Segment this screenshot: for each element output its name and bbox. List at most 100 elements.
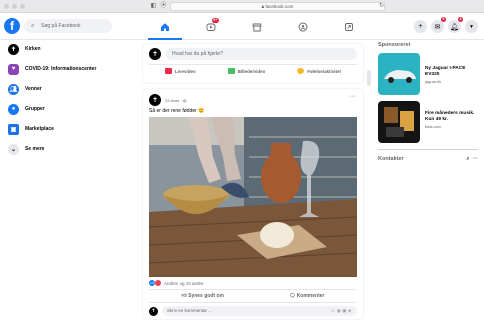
sidebar-item-groups[interactable]: ● Grupper bbox=[8, 100, 134, 118]
like-label: Synes godt om bbox=[188, 293, 224, 299]
comment-label: Kommenter bbox=[296, 293, 325, 299]
divider bbox=[378, 149, 478, 150]
messenger-button[interactable]: ✉︎ 5 bbox=[431, 17, 446, 33]
friends-icon: 👥︎ bbox=[8, 83, 19, 95]
sidebar-item-label: Kirken bbox=[25, 46, 41, 52]
contacts-heading: Kontakter bbox=[378, 156, 404, 162]
search-icon[interactable]: ⌕ bbox=[466, 156, 469, 162]
photo-video-label: Billede/video bbox=[237, 68, 266, 74]
gaming-icon bbox=[345, 23, 353, 31]
ad-image bbox=[378, 53, 420, 95]
feed-post: ✝ 22 timer · ◍ ··· Så er der rene fødder… bbox=[143, 89, 363, 319]
profile-avatar-icon: ✝ bbox=[8, 43, 19, 55]
facebook-logo-icon[interactable]: f bbox=[4, 18, 20, 34]
sidebar-item-label: Grupper bbox=[25, 106, 45, 112]
photo-video-button[interactable]: Billede/video bbox=[227, 68, 266, 74]
feeling-activity-button[interactable]: Følelse/aktivitet bbox=[297, 68, 341, 74]
live-video-icon bbox=[164, 68, 172, 74]
comment-tools-icons[interactable]: ☺◉▣◈ bbox=[331, 306, 353, 316]
smiley-icon bbox=[297, 68, 305, 74]
watch-video-icon bbox=[206, 23, 216, 31]
post-text: Så er der rene fødder 😊 bbox=[149, 108, 205, 114]
sponsored-ad[interactable]: Ny Jaguar I-PACE EV320 jaguar.dk bbox=[378, 53, 478, 95]
sponsored-heading: Sponsoreret bbox=[378, 42, 411, 48]
comment-icon: 🗨︎ bbox=[288, 293, 297, 299]
feet-washing-photo bbox=[149, 117, 357, 277]
stories-scroll-handle[interactable] bbox=[367, 70, 371, 86]
more-options-icon[interactable]: ··· bbox=[473, 156, 479, 162]
post-timestamp[interactable]: 22 timer · ◍ bbox=[165, 98, 187, 103]
account-menu-button[interactable]: ▼ bbox=[465, 20, 478, 33]
ad-source: jaguar.dk bbox=[425, 79, 442, 84]
marketplace-icon: ▣ bbox=[8, 123, 19, 135]
create-button[interactable]: + bbox=[414, 20, 427, 33]
chevron-down-icon: ▼ bbox=[469, 23, 474, 30]
tab-groups[interactable] bbox=[280, 14, 326, 40]
post-photo[interactable] bbox=[149, 117, 357, 277]
notifications-badge: 4 bbox=[458, 17, 463, 22]
sidebar-item-marketplace[interactable]: ▣ Marketplace bbox=[8, 120, 134, 138]
search-input[interactable]: ⌕ Søg på Facebook bbox=[24, 19, 112, 33]
sidebar-toggle-icon[interactable]: ◧ bbox=[150, 3, 157, 10]
tab-home[interactable] bbox=[142, 14, 188, 40]
comment-placeholder: Skriv en kommentar ... bbox=[167, 308, 213, 313]
covid-info-icon: ♥ bbox=[8, 63, 19, 75]
reaction-summary[interactable]: 👍︎ Anders og 10 andre bbox=[143, 277, 363, 289]
marketplace-icon bbox=[252, 23, 262, 32]
shield-icon[interactable]: ⦿ bbox=[160, 3, 167, 10]
composer-input[interactable]: Hvad har du på hjerte? bbox=[166, 48, 357, 60]
ad-title: Ny Jaguar I-PACE EV320 bbox=[425, 66, 466, 77]
bell-icon: 🔔︎ bbox=[450, 23, 459, 31]
love-reaction-icon bbox=[155, 280, 161, 286]
notifications-button[interactable]: 🔔︎ 4 bbox=[448, 17, 463, 33]
home-icon bbox=[161, 23, 169, 31]
photo-icon bbox=[227, 68, 235, 74]
account-controls: + ✉︎ 5 🔔︎ 4 ▼ bbox=[414, 17, 478, 33]
globe-icon: ◍ bbox=[183, 97, 187, 103]
sidebar-item-label: Marketplace bbox=[25, 126, 54, 132]
watch-badge: 9+ bbox=[211, 18, 219, 23]
sidebar-item-label: Venner bbox=[25, 86, 42, 92]
groups-icon bbox=[298, 22, 308, 32]
messenger-icon: ✉︎ bbox=[434, 23, 441, 31]
sponsored-ad[interactable]: Fire måneders musik. Kun 49 kr. tidal.co… bbox=[378, 101, 478, 143]
left-sidebar: ✝ Kirken ♥ COVID-19: Informationscenter … bbox=[8, 40, 134, 160]
music-ad-image bbox=[378, 101, 420, 143]
feeling-activity-label: Følelse/aktivitet bbox=[307, 68, 342, 74]
live-video-button[interactable]: Livevideo bbox=[164, 68, 196, 74]
tab-marketplace[interactable] bbox=[234, 14, 280, 40]
reload-icon[interactable]: ↻ bbox=[378, 3, 385, 10]
url-text: facebook.com bbox=[265, 4, 294, 9]
window-controls[interactable] bbox=[4, 4, 25, 9]
avatar[interactable]: ✝ bbox=[149, 94, 161, 106]
comment-button[interactable]: 🗨︎ Kommenter bbox=[289, 293, 325, 299]
facebook-topbar: f ⌕ Søg på Facebook 9+ + ✉︎ 5 🔔︎ 4 ▼ bbox=[0, 14, 484, 40]
tab-watch[interactable]: 9+ bbox=[188, 14, 234, 40]
chevron-down-icon: ⌄ bbox=[8, 143, 19, 155]
car-ad-image bbox=[378, 53, 420, 95]
reaction-count: Anders og 10 andre bbox=[164, 280, 204, 286]
contacts-header: Kontakter ⌕ ··· bbox=[378, 156, 478, 163]
sidebar-item-label: Se mere bbox=[25, 146, 45, 152]
search-placeholder: Søg på Facebook bbox=[41, 23, 81, 29]
sidebar-item-covid[interactable]: ♥ COVID-19: Informationscenter bbox=[8, 60, 134, 78]
tab-gaming[interactable] bbox=[326, 14, 372, 40]
groups-icon: ● bbox=[8, 103, 19, 115]
plus-icon: + bbox=[418, 23, 423, 30]
sidebar-item-see-more[interactable]: ⌄ Se mere bbox=[8, 140, 134, 158]
live-video-label: Livevideo bbox=[174, 68, 196, 74]
like-button[interactable]: 👍︎ Synes godt om bbox=[181, 293, 223, 299]
browser-toolbar: ◧ ⦿ 🔒︎ facebook.com ↻ bbox=[0, 0, 484, 13]
ad-image bbox=[378, 101, 420, 143]
address-bar[interactable]: 🔒︎ facebook.com bbox=[170, 2, 385, 11]
messenger-badge: 5 bbox=[441, 17, 446, 22]
right-sidebar: Sponsoreret Ny Jaguar I-PACE EV320 jagua… bbox=[378, 42, 478, 163]
sidebar-item-profile[interactable]: ✝ Kirken bbox=[8, 40, 134, 58]
avatar[interactable]: ✝ bbox=[149, 306, 158, 316]
sidebar-item-friends[interactable]: 👥︎ Venner bbox=[8, 80, 134, 98]
post-options-icon[interactable]: ··· bbox=[349, 93, 356, 100]
comment-input[interactable]: Skriv en kommentar ... ☺◉▣◈ bbox=[162, 306, 357, 316]
avatar[interactable]: ✝ bbox=[149, 48, 161, 60]
search-icon: ⌕ bbox=[31, 23, 35, 29]
ad-title: Fire måneders musik. Kun 49 kr. bbox=[425, 111, 475, 122]
